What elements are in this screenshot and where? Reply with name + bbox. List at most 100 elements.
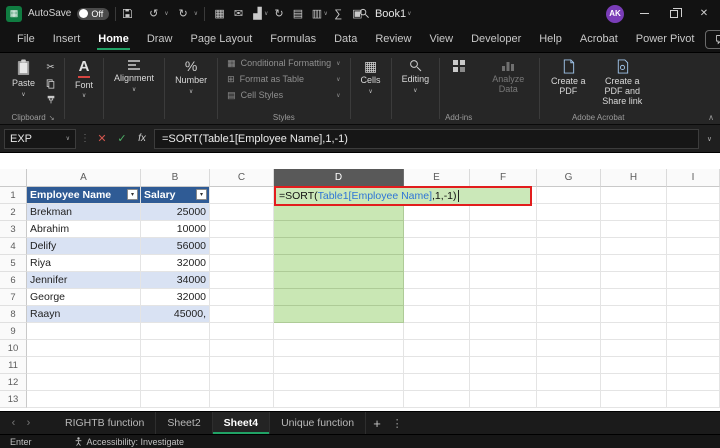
cell-C4[interactable]: [210, 238, 274, 255]
grid-icon[interactable]: ▤: [289, 7, 306, 20]
cell-A13[interactable]: [27, 391, 141, 408]
cell-D10[interactable]: [274, 340, 404, 357]
sheet-tab-rightb-function[interactable]: RIGHTB function: [54, 412, 156, 434]
cell-E5[interactable]: [404, 255, 470, 272]
cell-E7[interactable]: [404, 289, 470, 306]
name-box[interactable]: EXP ∨: [4, 129, 76, 149]
refresh-icon[interactable]: ↻: [270, 7, 287, 20]
autosave-toggle[interactable]: Off: [77, 8, 109, 20]
cell-B5[interactable]: 32000: [141, 255, 210, 272]
cell-B4[interactable]: 56000: [141, 238, 210, 255]
cells-button[interactable]: ▦ Cells ∨: [356, 55, 386, 95]
column-header-B[interactable]: B: [141, 169, 210, 187]
cell-F2[interactable]: [470, 204, 537, 221]
cell-G13[interactable]: [537, 391, 601, 408]
cell-I9[interactable]: [667, 323, 720, 340]
select-all-corner[interactable]: [0, 169, 27, 187]
cell-E3[interactable]: [404, 221, 470, 238]
filter-button[interactable]: ▾: [196, 189, 207, 200]
enter-icon[interactable]: ✓: [114, 132, 130, 145]
restore-button[interactable]: [664, 4, 684, 24]
create-pdf-button[interactable]: Create a PDF: [545, 55, 591, 97]
cell-H8[interactable]: [601, 306, 667, 323]
cell-B10[interactable]: [141, 340, 210, 357]
cell-A5[interactable]: Riya: [27, 255, 141, 272]
tab-help[interactable]: Help: [530, 28, 571, 51]
cell-B2[interactable]: 25000: [141, 204, 210, 221]
conditional-formatting-button[interactable]: ▦ Conditional Formatting ∨: [223, 55, 344, 71]
cell-D6[interactable]: [274, 272, 404, 289]
cell-F5[interactable]: [470, 255, 537, 272]
column-header-C[interactable]: C: [210, 169, 274, 187]
row-header-8[interactable]: 8: [0, 306, 27, 323]
redo-icon[interactable]: ↻: [175, 7, 192, 20]
cell-H5[interactable]: [601, 255, 667, 272]
tab-acrobat[interactable]: Acrobat: [571, 28, 627, 51]
cell-H13[interactable]: [601, 391, 667, 408]
cell-B3[interactable]: 10000: [141, 221, 210, 238]
cell-A3[interactable]: Abrahim: [27, 221, 141, 238]
insert-function-icon[interactable]: fx: [134, 133, 150, 144]
cell-E8[interactable]: [404, 306, 470, 323]
cell-C6[interactable]: [210, 272, 274, 289]
row-header-5[interactable]: 5: [0, 255, 27, 272]
row-header-12[interactable]: 12: [0, 374, 27, 391]
tab-data[interactable]: Data: [325, 28, 366, 51]
cell-G3[interactable]: [537, 221, 601, 238]
cell-C8[interactable]: [210, 306, 274, 323]
cell-I2[interactable]: [667, 204, 720, 221]
cell-D7[interactable]: [274, 289, 404, 306]
cell-F8[interactable]: [470, 306, 537, 323]
row-header-9[interactable]: 9: [0, 323, 27, 340]
cell-D12[interactable]: [274, 374, 404, 391]
collapse-ribbon-icon[interactable]: ∧: [708, 113, 714, 122]
sheet-tab-unique-function[interactable]: Unique function: [270, 412, 366, 434]
row-header-13[interactable]: 13: [0, 391, 27, 408]
row-header-3[interactable]: 3: [0, 221, 27, 238]
cell-I13[interactable]: [667, 391, 720, 408]
cell-D8[interactable]: [274, 306, 404, 323]
format-as-table-button[interactable]: ⊞ Format as Table ∨: [223, 71, 344, 87]
cell-I8[interactable]: [667, 306, 720, 323]
filter-button[interactable]: ▾: [127, 189, 138, 200]
row-header-7[interactable]: 7: [0, 289, 27, 306]
cell-H4[interactable]: [601, 238, 667, 255]
save-icon[interactable]: [122, 8, 139, 19]
cell-D13[interactable]: [274, 391, 404, 408]
cell-B9[interactable]: [141, 323, 210, 340]
cell-D3[interactable]: [274, 221, 404, 238]
tab-view[interactable]: View: [420, 28, 462, 51]
row-header-10[interactable]: 10: [0, 340, 27, 357]
cell-E2[interactable]: [404, 204, 470, 221]
cell-G10[interactable]: [537, 340, 601, 357]
cell-D2[interactable]: [274, 204, 404, 221]
cell-D5[interactable]: [274, 255, 404, 272]
row-header-1[interactable]: 1: [0, 187, 27, 204]
cell-E9[interactable]: [404, 323, 470, 340]
tab-power-pivot[interactable]: Power Pivot: [627, 28, 704, 51]
cell-I4[interactable]: [667, 238, 720, 255]
cell-H9[interactable]: [601, 323, 667, 340]
tab-review[interactable]: Review: [366, 28, 420, 51]
tab-home[interactable]: Home: [89, 28, 138, 51]
cell-H7[interactable]: [601, 289, 667, 306]
minimize-button[interactable]: [634, 4, 654, 24]
cell-A7[interactable]: George: [27, 289, 141, 306]
cell-B8[interactable]: 45000,: [141, 306, 210, 323]
number-button[interactable]: % Number ∨: [170, 55, 212, 95]
tab-draw[interactable]: Draw: [138, 28, 182, 51]
cell-H3[interactable]: [601, 221, 667, 238]
addins-button[interactable]: [447, 55, 471, 73]
row-header-6[interactable]: 6: [0, 272, 27, 289]
cell-E12[interactable]: [404, 374, 470, 391]
undo-icon[interactable]: ↺: [145, 7, 162, 20]
copy-icon[interactable]: [42, 76, 59, 91]
cell-A1[interactable]: Employee Name▾: [27, 187, 141, 204]
cell-C13[interactable]: [210, 391, 274, 408]
analyze-data-button[interactable]: Analyze Data: [482, 55, 534, 95]
column-header-I[interactable]: I: [667, 169, 720, 187]
column-header-G[interactable]: G: [537, 169, 601, 187]
cell-G5[interactable]: [537, 255, 601, 272]
cell-G6[interactable]: [537, 272, 601, 289]
cell-C12[interactable]: [210, 374, 274, 391]
